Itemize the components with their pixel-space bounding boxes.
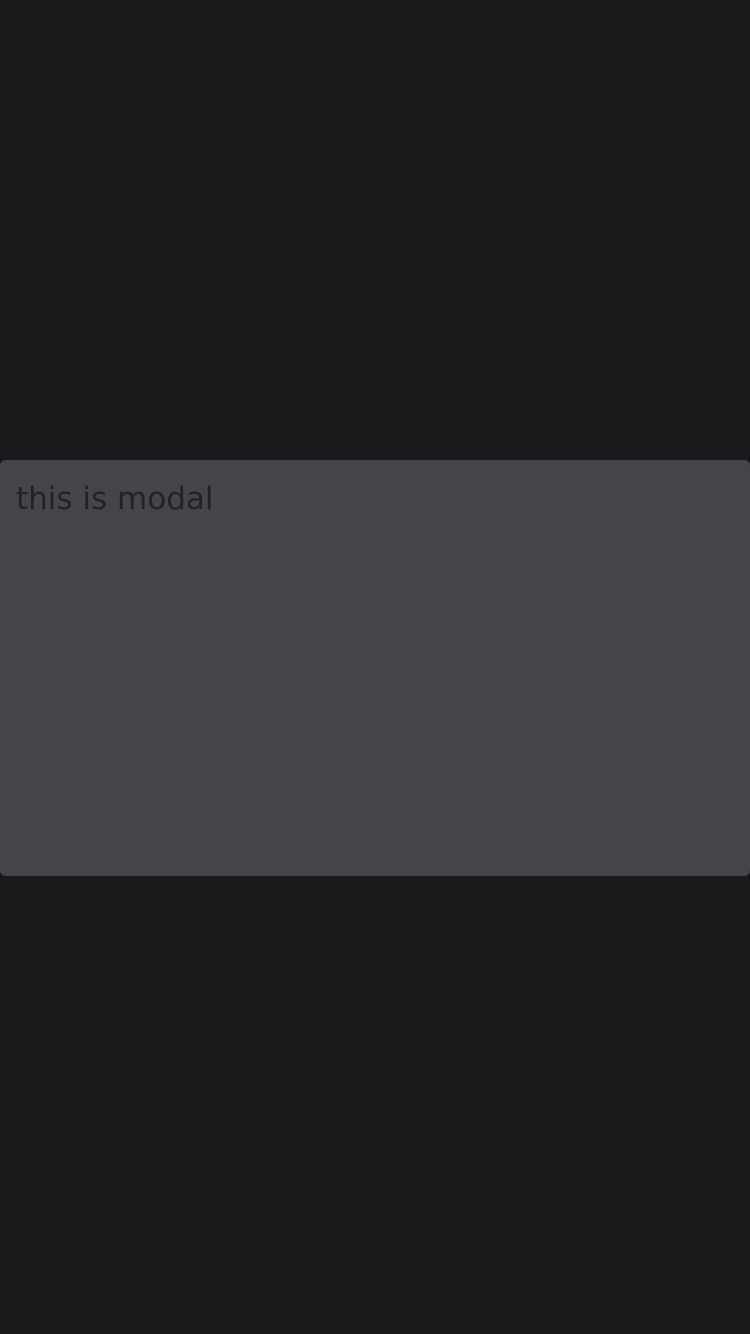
modal-dialog[interactable]: this is modal: [0, 460, 750, 876]
modal-text: this is modal: [16, 481, 214, 517]
screen-backdrop[interactable]: this is modal: [0, 0, 750, 1334]
